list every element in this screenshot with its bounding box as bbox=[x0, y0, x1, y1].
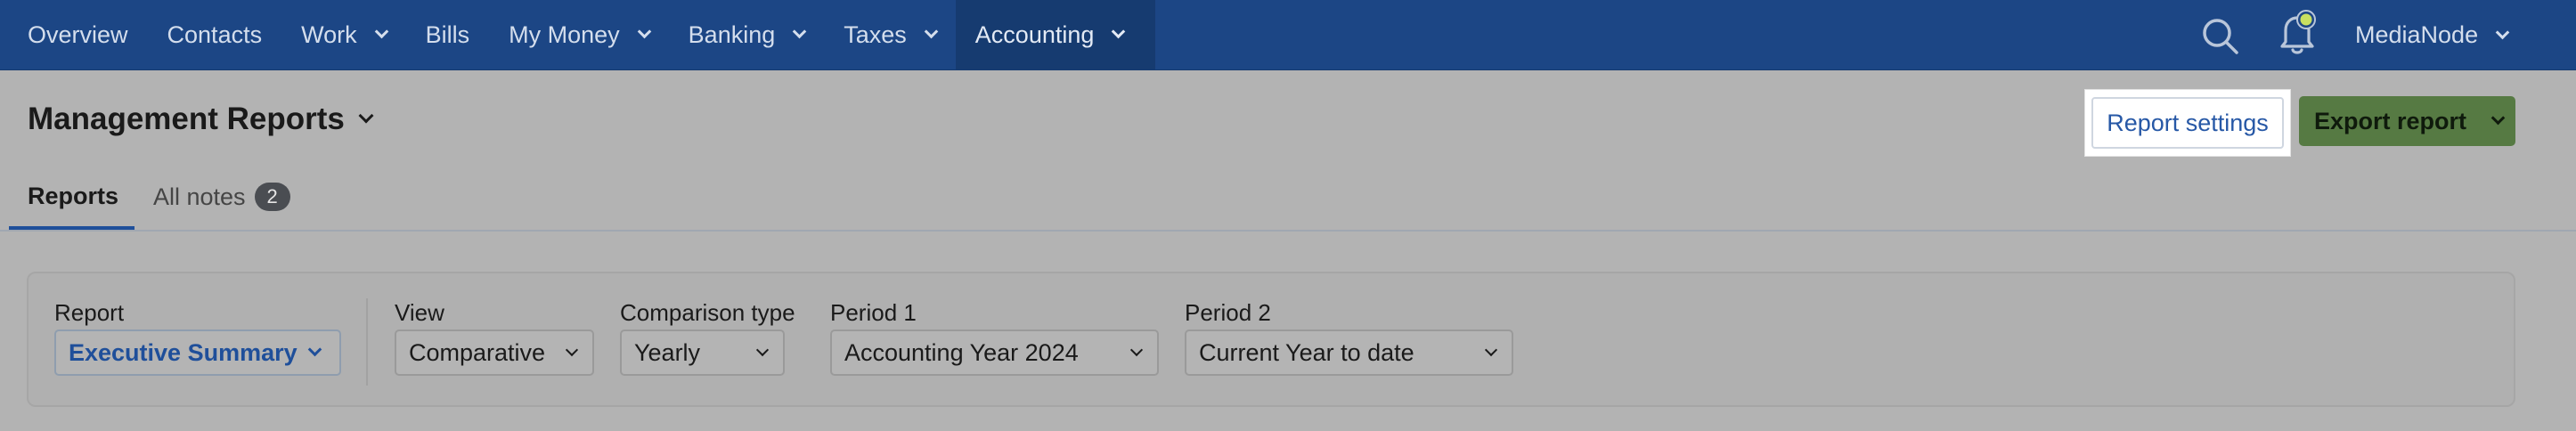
tab-label: Reports bbox=[28, 183, 119, 209]
tabs-divider bbox=[0, 230, 2576, 232]
page-title: Management Reports bbox=[28, 102, 345, 136]
view-select[interactable]: Comparative bbox=[395, 329, 594, 376]
notes-count-badge: 2 bbox=[254, 183, 290, 211]
chevron-down-icon bbox=[1484, 343, 1498, 357]
bell-icon[interactable] bbox=[2275, 7, 2319, 57]
period-1-label: Period 1 bbox=[830, 299, 917, 326]
filter-divider bbox=[366, 298, 368, 386]
report-label: Report bbox=[54, 299, 125, 326]
nav-item-label: Contacts bbox=[167, 20, 263, 48]
nav-item-label: Bills bbox=[425, 20, 470, 48]
nav-item-label: Banking bbox=[688, 20, 776, 48]
chevron-down-icon bbox=[2490, 110, 2506, 126]
comparison-type-value: Yearly bbox=[634, 338, 701, 366]
export-report-button[interactable]: Export report bbox=[2299, 96, 2515, 146]
period-1-value: Accounting Year 2024 bbox=[844, 338, 1079, 366]
chevron-down-icon bbox=[307, 342, 322, 357]
chevron-down-icon bbox=[924, 24, 939, 39]
nav-item-my-money[interactable]: My Money bbox=[489, 0, 669, 70]
chevron-down-icon bbox=[358, 108, 374, 124]
export-report-label: Export report bbox=[2314, 107, 2467, 134]
comparison-type-label: Comparison type bbox=[620, 299, 795, 326]
period-1-select[interactable]: Accounting Year 2024 bbox=[830, 329, 1159, 376]
report-select[interactable]: Executive Summary bbox=[54, 329, 341, 376]
account-menu[interactable]: MediaNode bbox=[2355, 0, 2510, 70]
nav-item-label: Taxes bbox=[844, 20, 907, 48]
tab-label: All notes bbox=[153, 183, 246, 210]
chevron-down-icon bbox=[637, 24, 651, 39]
nav-item-label: Work bbox=[301, 20, 357, 48]
chevron-down-icon bbox=[2495, 25, 2510, 39]
chevron-down-icon bbox=[792, 24, 807, 39]
period-2-select[interactable]: Current Year to date bbox=[1185, 329, 1513, 376]
top-nav: Overview Contacts Work Bills My Money Ba… bbox=[0, 0, 2576, 70]
nav-item-label: My Money bbox=[509, 20, 620, 48]
period-2-value: Current Year to date bbox=[1199, 338, 1414, 366]
tab-reports[interactable]: Reports bbox=[28, 183, 118, 210]
account-name: MediaNode bbox=[2355, 21, 2479, 48]
report-select-value: Executive Summary bbox=[69, 338, 298, 366]
nav-item-accounting[interactable]: Accounting bbox=[955, 0, 1156, 70]
page-title-menu[interactable]: Management Reports bbox=[28, 102, 374, 137]
search-icon[interactable] bbox=[2200, 16, 2241, 57]
nav-item-label: Overview bbox=[28, 20, 128, 48]
nav-item-bills[interactable]: Bills bbox=[406, 0, 490, 70]
chevron-down-icon bbox=[755, 343, 770, 357]
notification-dot-icon bbox=[2300, 13, 2312, 26]
report-settings-highlight: Report settings bbox=[2084, 89, 2291, 157]
nav-item-work[interactable]: Work bbox=[281, 0, 406, 70]
chevron-down-icon bbox=[374, 24, 388, 39]
view-select-value: Comparative bbox=[409, 338, 546, 366]
tab-all-notes[interactable]: All notes 2 bbox=[153, 183, 290, 211]
period-2-label: Period 2 bbox=[1185, 299, 1271, 326]
nav-item-taxes[interactable]: Taxes bbox=[824, 0, 956, 70]
nav-item-label: Accounting bbox=[974, 20, 1095, 48]
chevron-down-icon bbox=[1129, 343, 1144, 357]
nav-item-contacts[interactable]: Contacts bbox=[148, 0, 282, 70]
nav-item-overview[interactable]: Overview bbox=[0, 0, 148, 70]
chevron-down-icon bbox=[1112, 24, 1126, 39]
report-settings-button[interactable]: Report settings bbox=[2091, 97, 2284, 149]
view-label: View bbox=[395, 299, 444, 326]
comparison-type-select[interactable]: Yearly bbox=[620, 329, 785, 376]
chevron-down-icon bbox=[565, 343, 579, 357]
nav-item-banking[interactable]: Banking bbox=[669, 0, 825, 70]
